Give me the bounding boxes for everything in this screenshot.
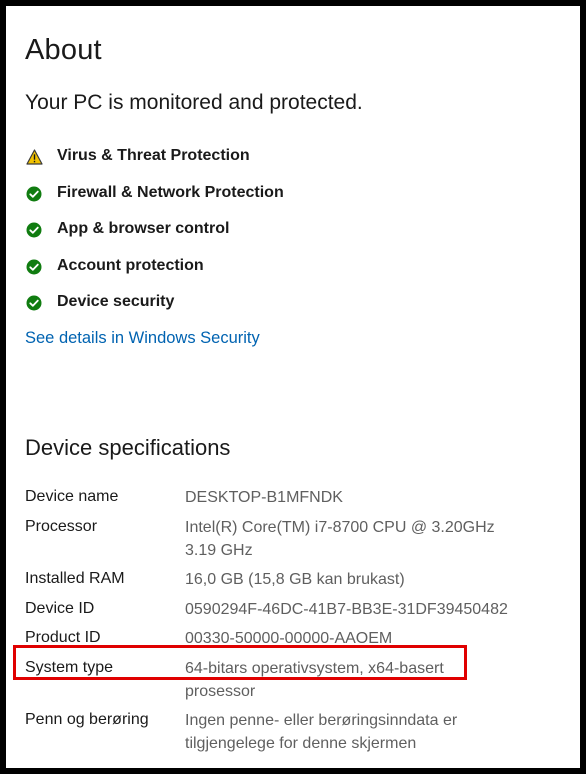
- protection-item-virus-threat: Virus & Threat Protection: [25, 139, 284, 176]
- spec-value-line: 16,0 GB (15,8 GB kan brukast): [185, 571, 405, 588]
- windows-security-link[interactable]: See details in Windows Security: [25, 329, 260, 348]
- check-circle-icon: [25, 294, 43, 312]
- spec-value-line: prosessor: [185, 683, 256, 700]
- spec-value-line: tilgjengelege for denne skjermen: [185, 735, 417, 752]
- spec-value-line: DESKTOP-B1MFNDK: [185, 489, 343, 506]
- check-circle-icon: [25, 258, 43, 276]
- protection-item-app-browser: App & browser control: [25, 212, 284, 249]
- spec-value-device-id[interactable]: 0590294F-46DC-41B7-BB3E-31DF39450482: [185, 598, 515, 621]
- spec-label-installed-ram: Installed RAM: [25, 570, 125, 587]
- spec-value-installed-ram[interactable]: 16,0 GB (15,8 GB kan brukast): [185, 568, 515, 591]
- protection-item-label: Virus & Threat Protection: [57, 147, 250, 165]
- protection-item-label: Firewall & Network Protection: [57, 183, 284, 201]
- protection-list: Virus & Threat Protection Firewall & Net…: [25, 139, 284, 322]
- protection-item-firewall: Firewall & Network Protection: [25, 176, 284, 213]
- protection-item-account: Account protection: [25, 249, 284, 286]
- protection-item-label: App & browser control: [57, 220, 230, 238]
- page-title: About: [25, 34, 102, 66]
- spec-label-pen-touch: Penn og berøring: [25, 711, 149, 728]
- protection-item-label: Account protection: [57, 256, 204, 274]
- warning-icon: [25, 148, 43, 166]
- spec-label-device-name: Device name: [25, 488, 119, 505]
- spec-value-line: 0590294F-46DC-41B7-BB3E-31DF39450482: [185, 601, 508, 618]
- protection-item-device-security: Device security: [25, 285, 284, 322]
- spec-value-pen-touch[interactable]: Ingen penne- eller berøringsinndata er t…: [185, 709, 515, 755]
- protection-status-message: Your PC is monitored and protected.: [25, 91, 363, 114]
- system-type-highlight-box: [13, 645, 467, 680]
- spec-value-line: 3.19 GHz: [185, 542, 253, 559]
- spec-label-processor: Processor: [25, 518, 98, 535]
- check-circle-icon: [25, 185, 43, 203]
- spec-value-line: Intel(R) Core(TM) i7-8700 CPU @ 3.20GHz: [185, 519, 495, 536]
- spec-value-device-name[interactable]: DESKTOP-B1MFNDK: [185, 486, 515, 509]
- protection-item-label: Device security: [57, 293, 175, 311]
- check-circle-icon: [25, 221, 43, 239]
- spec-label-device-id: Device ID: [25, 600, 95, 617]
- device-specifications-heading: Device specifications: [25, 435, 231, 460]
- spec-value-processor[interactable]: Intel(R) Core(TM) i7-8700 CPU @ 3.20GHz …: [185, 516, 515, 562]
- spec-value-line: Ingen penne- eller berøringsinndata er: [185, 712, 458, 729]
